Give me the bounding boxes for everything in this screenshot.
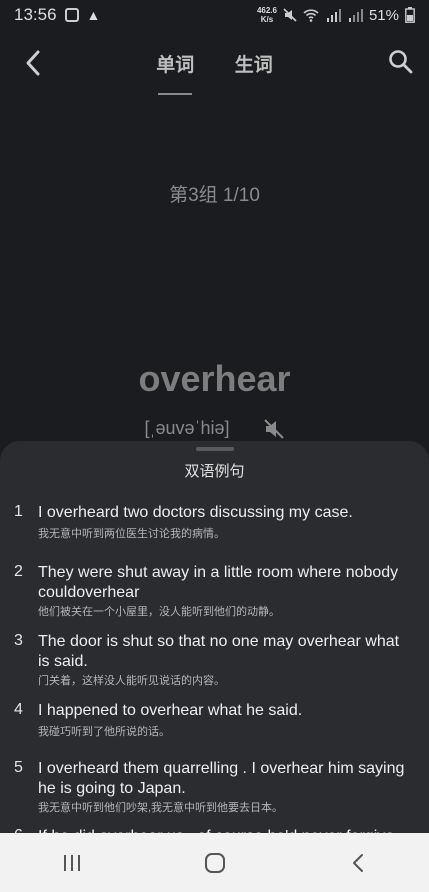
group-progress: 第3组 1/10 bbox=[169, 185, 260, 206]
signal-icon-1 bbox=[326, 8, 341, 22]
example-english: I overheard them quarrelling . I overhea… bbox=[38, 760, 405, 797]
drag-handle[interactable] bbox=[196, 447, 234, 451]
speaker-muted-icon[interactable] bbox=[263, 418, 285, 440]
status-time: 13:56 bbox=[14, 5, 57, 24]
status-left: 13:56 ▲ bbox=[14, 5, 100, 25]
warning-icon: ▲ bbox=[86, 7, 101, 23]
example-number: 4 bbox=[14, 701, 23, 718]
sheet-title: 双语例句 bbox=[184, 463, 245, 480]
back-icon bbox=[352, 853, 363, 872]
phonetic: [ˌəuvəˈhiə] bbox=[144, 418, 230, 438]
wifi-icon bbox=[303, 8, 319, 22]
example-chinese: 我碰巧听到了他所说的话。 bbox=[38, 726, 170, 738]
status-right: 462.6 K/s 51% bbox=[257, 6, 415, 24]
signal-icon-2 bbox=[348, 8, 363, 22]
recent-apps-button[interactable] bbox=[52, 848, 92, 878]
word-title: overhear bbox=[138, 358, 291, 399]
net-speed-value: 462.6 bbox=[256, 6, 277, 15]
example-english: I happened to overhear what he said. bbox=[38, 702, 303, 719]
tab-words[interactable]: 单词 bbox=[156, 50, 194, 95]
bilingual-examples-sheet[interactable]: 双语例句 1 I overheard two doctors discussin… bbox=[0, 441, 429, 841]
example-english: The door is shut so that no one may over… bbox=[38, 633, 400, 670]
example-number: 3 bbox=[14, 632, 23, 649]
example-chinese: 门关着，这样没人能听见说话的内容。 bbox=[38, 675, 225, 687]
system-nav-bar bbox=[0, 833, 429, 892]
back-button[interactable] bbox=[338, 848, 378, 878]
top-nav: 单词 生词 bbox=[0, 38, 429, 95]
recent-apps-icon bbox=[63, 854, 80, 871]
example-chinese: 我无意中听到两位医生讨论我的病情。 bbox=[38, 528, 225, 540]
home-button[interactable] bbox=[195, 848, 235, 878]
example-number: 1 bbox=[14, 503, 23, 520]
status-bar: 13:56 ▲ 462.6 K/s 51% bbox=[0, 0, 429, 30]
search-icon[interactable] bbox=[387, 48, 415, 76]
tab-new-words[interactable]: 生词 bbox=[235, 50, 273, 77]
example-english: They were shut away in a little room whe… bbox=[38, 564, 399, 601]
battery-icon bbox=[405, 7, 415, 23]
example-english: I overheard two doctors discussing my ca… bbox=[38, 504, 353, 521]
phonetic-row: [ˌəuvəˈhiə] bbox=[0, 418, 429, 440]
example-chinese: 他们被关在一个小屋里，没人能听到他们的动静。 bbox=[38, 606, 280, 618]
battery-percent: 51% bbox=[368, 6, 399, 24]
net-speed-unit: K/s bbox=[260, 15, 274, 24]
example-chinese: 我无意中听到他们吵架,我无意中听到他要去日本。 bbox=[38, 802, 284, 814]
example-number: 2 bbox=[14, 563, 23, 580]
notification-app-icon bbox=[64, 8, 79, 22]
tab-bar: 单词 生词 bbox=[0, 50, 429, 95]
net-speed: 462.6 K/s bbox=[257, 6, 277, 24]
example-number: 5 bbox=[14, 759, 23, 776]
home-icon bbox=[204, 852, 225, 873]
mute-status-icon bbox=[283, 8, 297, 22]
